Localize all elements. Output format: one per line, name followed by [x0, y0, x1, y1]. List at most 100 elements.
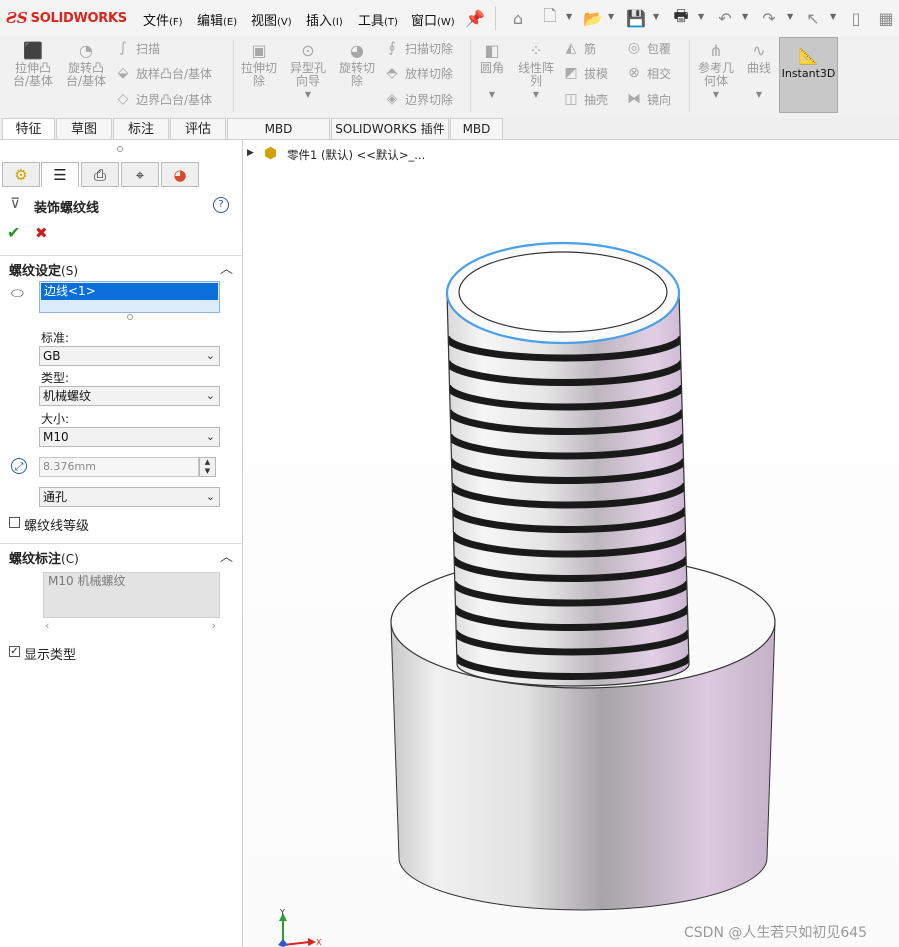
list-resize-handle[interactable]: [127, 314, 133, 320]
extrude-cut-button[interactable]: ▣ 拉伸切 除: [237, 42, 281, 88]
menu-file[interactable]: 文件(F): [143, 10, 183, 29]
hole-wizard-button[interactable]: ⊙ 异型孔 向导 ▼: [284, 42, 332, 101]
new-document-icon[interactable]: 🗋: [540, 6, 560, 28]
show-type-checkbox[interactable]: ✓: [9, 646, 20, 657]
tab-dimxpert-manager[interactable]: ⌖: [121, 162, 159, 187]
revolve-cut-button[interactable]: ◕ 旋转切 除: [334, 42, 380, 88]
chevron-up-icon[interactable]: ︿: [220, 546, 233, 565]
loft-boss-button[interactable]: ⬙ 放样凸台/基体: [114, 64, 212, 82]
boundary-boss-button[interactable]: ◇ 边界凸台/基体: [114, 90, 212, 108]
menu-insert[interactable]: 插入(I): [306, 10, 343, 29]
home-icon[interactable]: ⌂: [508, 8, 528, 28]
sweep-icon: ∫: [119, 40, 127, 56]
sweep-cut-icon: ∮: [388, 40, 396, 56]
tab-mbd-dimensions[interactable]: MBD Dimensions: [227, 118, 330, 157]
extrude-boss-icon: ⬛: [23, 41, 43, 60]
wrap-button[interactable]: ◎ 包覆: [625, 39, 671, 57]
tab-display-manager[interactable]: ◕: [161, 162, 199, 187]
menu-window[interactable]: 窗口(W): [411, 10, 455, 29]
intersect-button[interactable]: ⊗ 相交: [625, 64, 671, 82]
revolve-cut-icon: ◕: [350, 41, 364, 60]
type-dropdown[interactable]: 机械螺纹 ⌄: [39, 386, 220, 406]
boundary-cut-button[interactable]: ◈ 边界切除: [383, 90, 453, 108]
chevron-down-icon[interactable]: ▼: [566, 12, 572, 21]
shaft-top-face[interactable]: [445, 241, 681, 345]
shell-icon: ◫: [564, 91, 578, 107]
tab-solidworks-addins[interactable]: SOLIDWORKS 插件: [331, 118, 449, 139]
shell-button[interactable]: ◫ 抽壳: [562, 90, 608, 108]
rib-button[interactable]: ◭ 筋: [562, 39, 596, 57]
minor-diameter-input[interactable]: 8.376mm: [39, 457, 199, 477]
chevron-down-icon[interactable]: ▼: [474, 88, 510, 101]
bolt-model[interactable]: [243, 140, 899, 947]
end-condition-dropdown[interactable]: 通孔 ⌄: [39, 487, 220, 507]
chevron-down-icon[interactable]: ▼: [830, 12, 836, 21]
linear-pattern-button[interactable]: ⁘ 线性阵 列 ▼: [513, 42, 559, 101]
ok-button[interactable]: ✔: [7, 223, 20, 242]
tab-evaluate[interactable]: 评估: [170, 118, 226, 139]
chevron-down-icon[interactable]: ▼: [741, 88, 777, 101]
mirror-button[interactable]: ⧓ 镜向: [625, 90, 671, 108]
reference-geometry-button[interactable]: ⋔ 参考几 何体 ▼: [693, 42, 739, 101]
print-icon[interactable]: 🖶: [671, 6, 691, 28]
chevron-up-icon[interactable]: ︿: [220, 258, 233, 277]
menu-edit[interactable]: 编辑(E): [197, 10, 237, 29]
watermark-text: CSDN @人生若只如初见645: [684, 925, 868, 941]
rebuild-icon[interactable]: ▯: [846, 8, 866, 28]
fillet-button[interactable]: ◧ 圆角 ▼: [474, 42, 510, 101]
chevron-down-icon[interactable]: ▼: [513, 88, 559, 101]
tab-mbd[interactable]: MBD: [450, 118, 503, 139]
revolve-boss-button[interactable]: ◔ 旋转凸 台/基体: [60, 42, 112, 88]
redo-icon[interactable]: ↷: [759, 8, 779, 28]
curves-button[interactable]: ∿ 曲线 ▼: [741, 42, 777, 101]
save-icon[interactable]: 💾: [626, 8, 646, 28]
callout-horizontal-scrollbar[interactable]: ‹ ›: [43, 619, 220, 633]
tab-sketch[interactable]: 草图: [56, 118, 112, 139]
thread-callout-header[interactable]: 螺纹标注(C): [9, 548, 79, 567]
tab-features[interactable]: 特征: [2, 118, 55, 139]
thread-class-checkbox[interactable]: [9, 517, 20, 528]
standard-dropdown[interactable]: GB ⌄: [39, 346, 220, 366]
chevron-down-icon[interactable]: ▼: [693, 88, 739, 101]
help-button[interactable]: ?: [213, 197, 229, 213]
threaded-shaft[interactable]: [446, 292, 691, 687]
options-icon[interactable]: ▦: [876, 8, 896, 28]
toolbar-separator: [470, 40, 471, 112]
pin-icon[interactable]: 📌: [465, 8, 485, 28]
chevron-down-icon[interactable]: ▼: [698, 12, 704, 21]
open-folder-icon[interactable]: 📂: [583, 8, 603, 28]
loft-cut-button[interactable]: ⬘ 放样切除: [383, 64, 453, 82]
extrude-boss-button[interactable]: ⬛ 拉伸凸 台/基体: [8, 42, 58, 88]
chevron-down-icon[interactable]: ▼: [608, 12, 614, 21]
solidworks-logo[interactable]: ƧS SOLIDWORKS: [6, 9, 127, 27]
tab-property-manager[interactable]: ☰: [41, 162, 79, 187]
chevron-down-icon[interactable]: ▼: [742, 12, 748, 21]
select-arrow-icon[interactable]: ↖: [803, 8, 823, 28]
menu-tools[interactable]: 工具(T): [358, 10, 398, 29]
chevron-down-icon: ⌄: [205, 430, 215, 443]
sweep-button[interactable]: ∫ 扫描: [114, 39, 160, 57]
tab-feature-manager[interactable]: ⚙: [2, 162, 40, 187]
tab-configuration-manager[interactable]: ⎙: [81, 162, 119, 187]
menu-view[interactable]: 视图(V): [251, 10, 292, 29]
chevron-down-icon[interactable]: ▼: [787, 12, 793, 21]
size-label: 大小:: [41, 412, 70, 426]
diameter-spinner[interactable]: ▲ ▼: [199, 457, 216, 477]
chevron-down-icon[interactable]: ▼: [284, 88, 332, 101]
thread-settings-header[interactable]: 螺纹设定(S): [9, 260, 78, 279]
selected-edge-item[interactable]: 边线<1>: [41, 283, 218, 300]
edge-selection-box[interactable]: 边线<1>: [39, 281, 220, 313]
undo-icon[interactable]: ↶: [715, 8, 735, 28]
chevron-down-icon[interactable]: ▼: [653, 12, 659, 21]
thread-class-label: 螺纹线等级: [24, 519, 90, 534]
hole-wizard-icon: ⊙: [301, 41, 315, 60]
tab-markup[interactable]: 标注: [113, 118, 169, 139]
thread-callout-text[interactable]: M10 机械螺纹: [43, 572, 220, 618]
sweep-cut-button[interactable]: ∮ 扫描切除: [383, 39, 453, 57]
panel-splitter-handle[interactable]: [117, 146, 123, 152]
cancel-button[interactable]: ✖: [35, 224, 48, 242]
chevron-down-icon: ⌄: [205, 349, 215, 362]
size-dropdown[interactable]: M10 ⌄: [39, 427, 220, 447]
instant3d-button[interactable]: 📐 Instant3D: [779, 37, 838, 113]
draft-button[interactable]: ◩ 拔模: [562, 64, 608, 82]
